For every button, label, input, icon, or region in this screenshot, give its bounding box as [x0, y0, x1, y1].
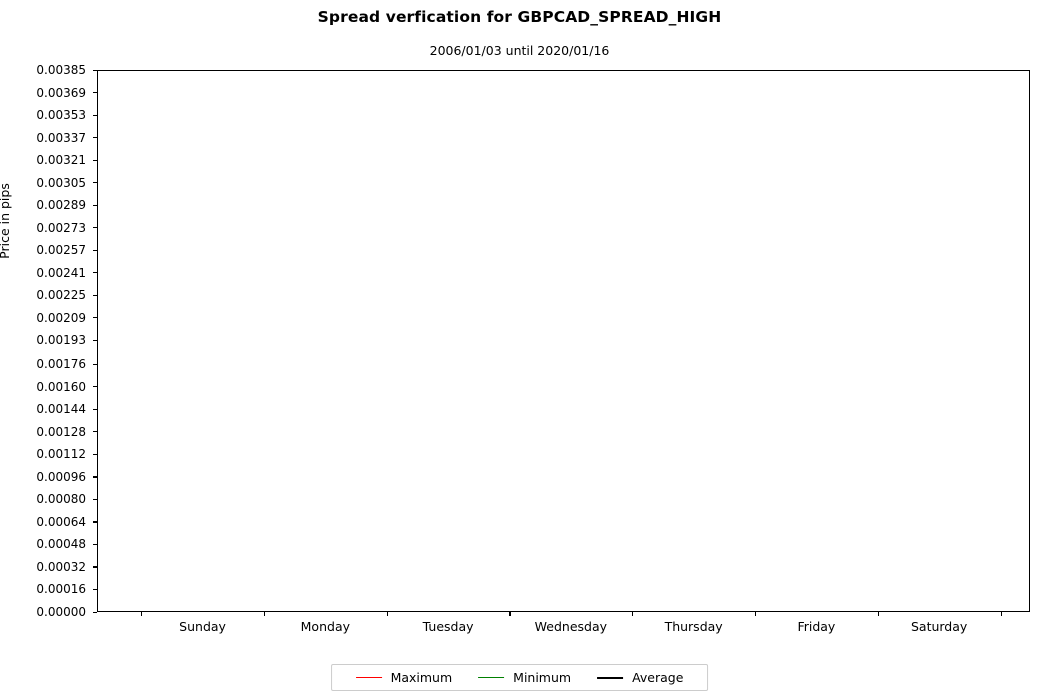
legend-item: Minimum [478, 670, 571, 685]
y-axis-tick-label: 0.00128 [36, 424, 86, 439]
y-axis-tick-label: 0.00257 [36, 243, 86, 258]
y-axis-tick-label: 0.00193 [36, 333, 86, 348]
legend-color-swatch [478, 677, 505, 678]
y-axis-tick-label: 0.00176 [36, 357, 86, 372]
y-axis-tick-label: 0.00273 [36, 220, 86, 235]
plot-area [97, 70, 1030, 612]
x-axis-tick-mark [1000, 612, 1002, 616]
legend-color-swatch [355, 677, 382, 678]
x-axis-tick-mark [877, 612, 879, 616]
x-axis-tick-label: Monday [300, 619, 351, 634]
chart-figure: Spread verfication for GBPCAD_SPREAD_HIG… [0, 0, 1039, 700]
y-axis-tick-label: 0.00289 [36, 198, 86, 213]
legend-label: Minimum [513, 670, 572, 685]
y-axis-tick-label: 0.00096 [36, 469, 86, 484]
y-axis-tick-label: 0.00048 [36, 537, 86, 552]
x-axis-tick-mark [263, 612, 266, 616]
y-axis-tick-label: 0.00032 [36, 559, 86, 574]
y-axis-tick-label: 0.00353 [36, 108, 86, 123]
y-axis-tick-label: 0.00000 [36, 605, 86, 619]
y-axis-tick-label: 0.00337 [36, 130, 86, 145]
legend-item: Average [597, 670, 683, 685]
x-axis-tick-mark [632, 612, 634, 616]
x-axis-tick-label: Sunday [179, 619, 226, 634]
chart-legend: Maximum Minimum Average [330, 664, 709, 691]
y-axis-tick-label: 0.00321 [36, 153, 86, 168]
x-axis-tick-label: Wednesday [534, 619, 608, 634]
x-axis-tick-mark [141, 612, 143, 616]
y-axis-tick-label: 0.00305 [36, 175, 86, 190]
x-axis-tick-label: Thursday [664, 619, 723, 634]
y-axis-tick-label: 0.00385 [36, 63, 86, 77]
legend-label: Maximum [390, 670, 453, 685]
legend-label: Average [632, 670, 684, 685]
x-axis-tick-mark [386, 612, 388, 616]
y-axis-tick-label: 0.00225 [36, 288, 86, 303]
y-axis-tick-label: 0.00112 [36, 447, 86, 462]
x-axis-tick-mark [509, 612, 511, 616]
legend-item: Maximum [355, 670, 453, 685]
x-axis-tick-mark [755, 612, 757, 616]
legend-color-swatch [597, 676, 624, 679]
y-axis-tick-label: 0.00369 [36, 85, 86, 100]
page-title: Spread verfication for GBPCAD_SPREAD_HIG… [317, 8, 722, 26]
y-axis-tick-label: 0.00209 [36, 310, 86, 325]
x-axis-tick-label: Tuesday [422, 619, 474, 634]
y-axis-tick-label: 0.00016 [36, 582, 86, 597]
y-axis-tick-label: 0.00144 [36, 402, 86, 417]
y-axis-tick-label: 0.00064 [36, 514, 86, 529]
plot-frame-border [97, 70, 1030, 612]
y-axis-tick-label: 0.00241 [36, 265, 86, 280]
y-axis-tick-label: 0.00080 [36, 492, 86, 507]
x-axis-tick-label: Friday [797, 619, 836, 634]
chart-subtitle: 2006/01/03 until 2020/01/16 [429, 43, 610, 58]
x-axis-tick-label: Saturday [910, 619, 968, 634]
y-axis-tick-label: 0.00160 [36, 379, 86, 394]
